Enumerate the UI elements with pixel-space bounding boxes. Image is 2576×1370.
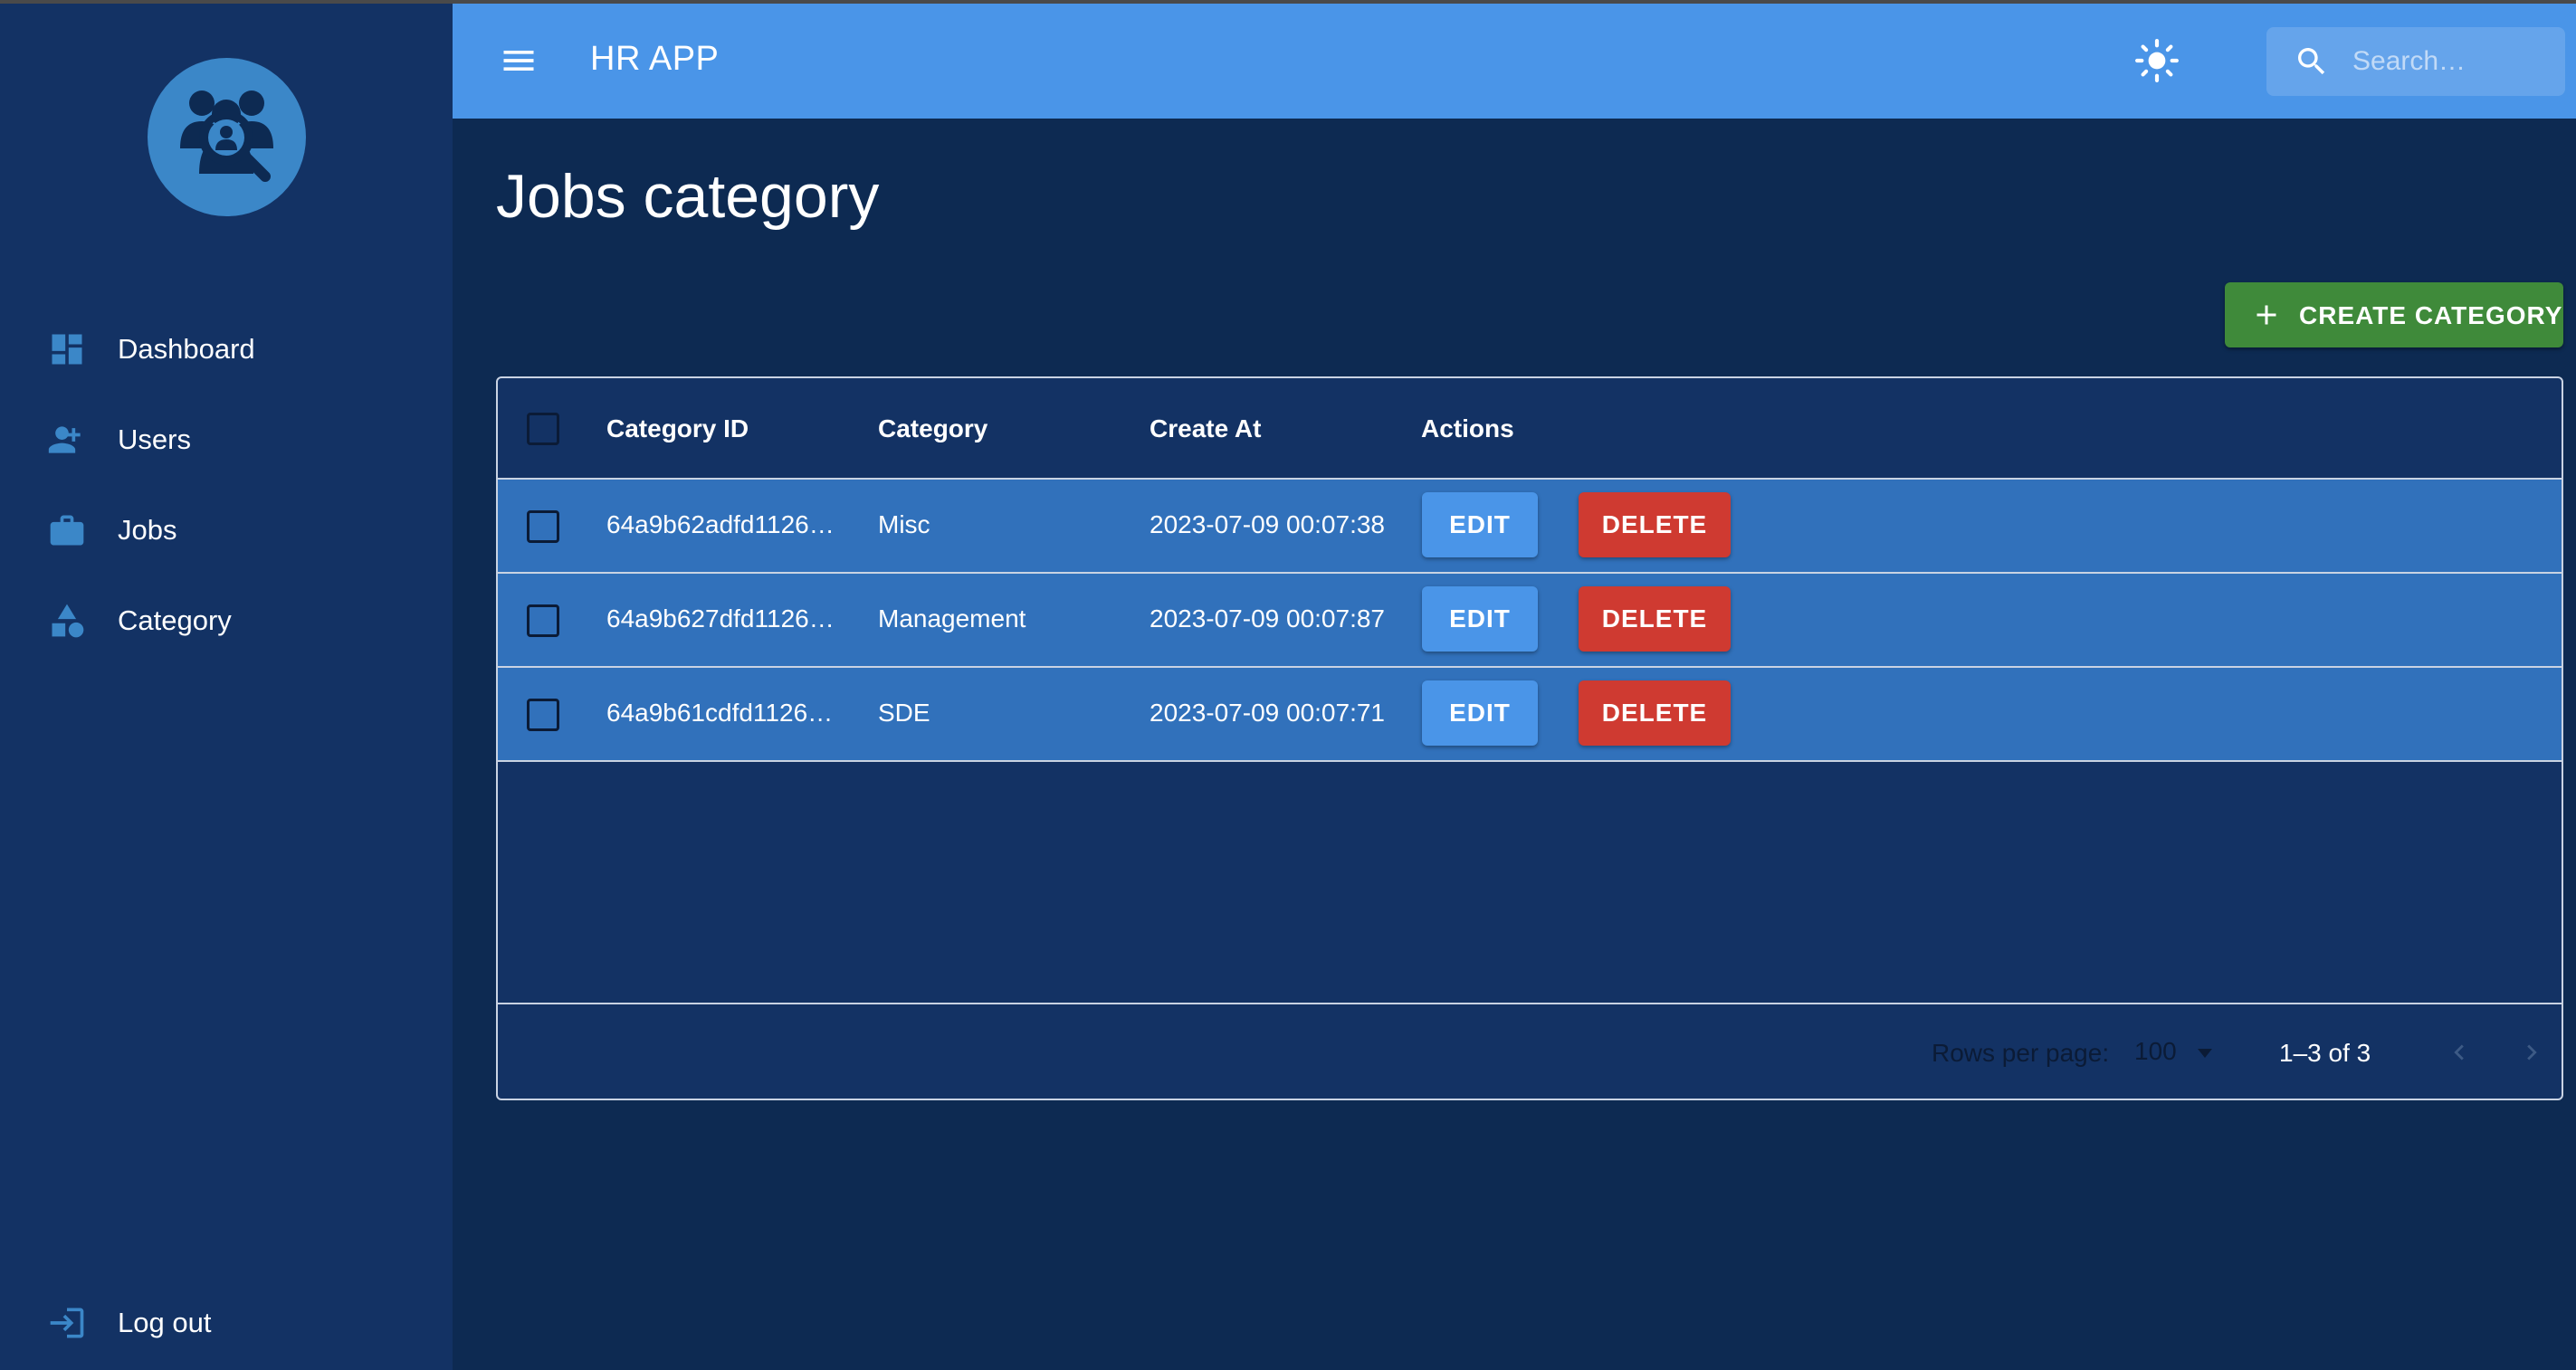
previous-page-button[interactable]: [2435, 1028, 2484, 1077]
sidebar-item-logout[interactable]: Log out: [0, 1287, 453, 1359]
sidebar-item-label: Jobs: [118, 514, 177, 546]
column-header-category[interactable]: Category: [878, 414, 987, 443]
category-id-cell: 64a9b61cdfd1126…: [606, 699, 834, 727]
category-shapes-icon: [47, 601, 87, 641]
dashboard-icon: [47, 329, 87, 369]
sun-icon: [2135, 39, 2179, 82]
categories-table: Category ID Category Create At Actions 6…: [496, 376, 2563, 1100]
sidebar: Dashboard Users Jobs Category Log out: [0, 4, 453, 1370]
category-name-cell: Misc: [878, 510, 930, 538]
search-icon: [2298, 48, 2325, 75]
table-row[interactable]: 64a9b62adfd1126… Misc 2023-07-09 00:07:3…: [498, 480, 2562, 574]
search-box[interactable]: [2266, 27, 2565, 96]
category-id-cell: 64a9b627dfd1126…: [606, 604, 835, 633]
chevron-left-icon: [2454, 1044, 2464, 1061]
sidebar-item-label: Category: [118, 604, 232, 636]
menu-icon: [503, 51, 534, 71]
sidebar-item-label: Dashboard: [118, 333, 255, 365]
edit-button[interactable]: EDIT: [1422, 586, 1538, 652]
row-checkbox[interactable]: [527, 510, 559, 543]
people-search-icon: [180, 90, 273, 182]
rows-per-page-select[interactable]: 100: [2134, 1032, 2225, 1073]
delete-button[interactable]: DELETE: [1579, 492, 1731, 557]
next-page-button[interactable]: [2507, 1028, 2556, 1077]
logout-icon: [47, 1303, 87, 1343]
logout-label: Log out: [118, 1307, 212, 1338]
table-row[interactable]: 64a9b627dfd1126… Management 2023-07-09 0…: [498, 574, 2562, 668]
create-category-button[interactable]: CREATE CATEGORY: [2225, 282, 2563, 347]
table-row[interactable]: 64a9b61cdfd1126… SDE 2023-07-09 00:07:71…: [498, 668, 2562, 762]
menu-button[interactable]: [489, 31, 549, 90]
app-title: HR APP: [590, 40, 720, 78]
page-title: Jobs category: [496, 162, 880, 231]
category-id-cell: 64a9b62adfd1126…: [606, 510, 835, 538]
page-range: 1–3 of 3: [2279, 1039, 2371, 1067]
select-all-checkbox[interactable]: [527, 413, 559, 445]
created-at-cell: 2023-07-09 00:07:87: [1150, 604, 1385, 633]
search-input[interactable]: [2352, 27, 2556, 96]
theme-toggle-button[interactable]: [2127, 31, 2187, 90]
app-header: HR APP: [453, 4, 2576, 119]
sidebar-item-dashboard[interactable]: Dashboard: [0, 313, 453, 385]
rows-per-page-value: 100: [2134, 1037, 2177, 1065]
created-at-cell: 2023-07-09 00:07:71: [1150, 699, 1385, 727]
table-header: Category ID Category Create At Actions: [498, 378, 2562, 480]
sidebar-item-category[interactable]: Category: [0, 585, 453, 657]
sidebar-item-users[interactable]: Users: [0, 404, 453, 476]
edit-button[interactable]: EDIT: [1422, 680, 1538, 746]
created-at-cell: 2023-07-09 00:07:38: [1150, 510, 1385, 538]
column-header-create-at[interactable]: Create At: [1150, 414, 1261, 443]
sidebar-item-label: Users: [118, 423, 191, 455]
chevron-right-icon: [2527, 1044, 2537, 1061]
delete-button[interactable]: DELETE: [1579, 586, 1731, 652]
row-checkbox[interactable]: [527, 604, 559, 637]
plus-icon: [2256, 305, 2276, 325]
column-header-actions: Actions: [1421, 414, 1514, 442]
column-header-category-id[interactable]: Category ID: [606, 414, 749, 443]
row-checkbox[interactable]: [527, 699, 559, 731]
caret-down-icon: [2198, 1049, 2212, 1058]
category-name-cell: Management: [878, 604, 1026, 633]
create-category-label: CREATE CATEGORY: [2299, 301, 2563, 329]
delete-button[interactable]: DELETE: [1579, 680, 1731, 746]
sidebar-item-jobs[interactable]: Jobs: [0, 494, 453, 566]
briefcase-icon: [47, 510, 87, 550]
category-name-cell: SDE: [878, 699, 930, 727]
edit-button[interactable]: EDIT: [1422, 492, 1538, 557]
rows-per-page-label: Rows per page:: [1932, 1039, 2110, 1067]
add-user-icon: [47, 420, 87, 460]
table-pagination: Rows per page: 100 1–3 of 3: [498, 1003, 2562, 1099]
app-logo: [148, 58, 306, 216]
